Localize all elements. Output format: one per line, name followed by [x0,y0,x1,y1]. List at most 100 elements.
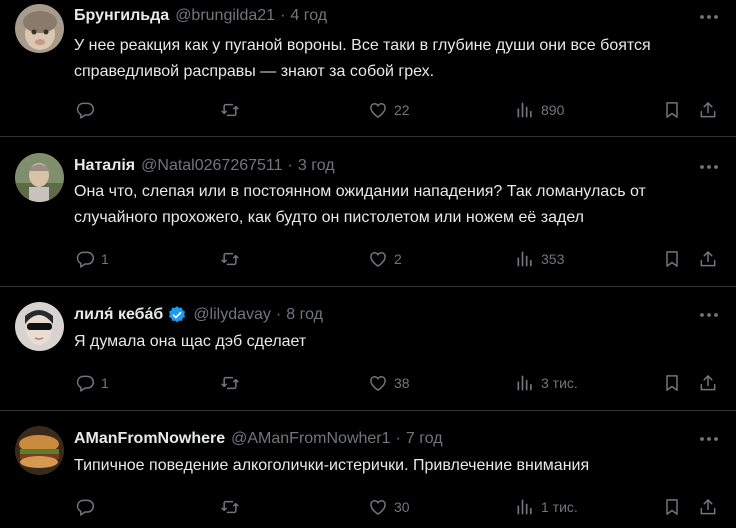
bookmark-button[interactable] [662,247,682,271]
like-count: 2 [394,251,402,267]
avatar[interactable] [15,302,64,351]
tweet-actions: 1 38 3 тис. [74,371,722,395]
heart-icon [370,500,386,515]
avatar[interactable] [15,153,64,202]
retweet-button[interactable] [220,247,246,271]
retweet-button[interactable] [220,98,246,122]
tweet-header: Брунгильда @brungilda21 · 4 год [74,6,327,26]
author-name[interactable]: AManFromNowhere [74,430,225,448]
timestamp[interactable]: 4 год [290,7,327,25]
author-handle[interactable]: @lilydavay [193,306,271,324]
reply-icon [76,102,95,119]
retweet-icon [221,500,239,514]
like-count: 22 [394,102,410,118]
heart-icon [370,376,386,391]
like-count: 30 [394,499,410,515]
timestamp[interactable]: 7 год [406,430,443,448]
author-name[interactable]: лиля́ кеба́б [74,306,163,324]
reply-icon [76,375,95,392]
tweet-text: У нее реакция как у пуганой вороны. Все … [74,37,651,80]
avatar[interactable] [15,426,64,475]
tweet-text: Типичное поведение алкоголички-истерички… [74,457,590,474]
separator-dot: · [275,306,282,323]
views-button[interactable]: 890 [515,98,564,122]
more-icon[interactable] [698,429,720,449]
verified-badge-icon [167,305,187,325]
tweet-text: Я думала она щас дэб сделает [74,333,307,350]
author-handle[interactable]: @AManFromNowher1 [231,430,390,448]
reply-button[interactable] [75,495,101,519]
more-icon[interactable] [698,157,720,177]
heart-icon [370,103,386,118]
author-handle[interactable]: @brungilda21 [175,7,275,25]
retweet-icon [221,252,239,266]
views-icon [517,102,532,118]
bookmark-icon [666,375,678,391]
separator-dot: · [280,7,286,24]
view-count: 890 [541,102,565,118]
views-button[interactable]: 3 тис. [515,371,578,395]
tweet[interactable]: Брунгильда @brungilda21 · 4 год У нее ре… [0,0,736,137]
retweet-icon [221,376,239,390]
reply-count: 1 [101,251,109,267]
reply-button[interactable] [75,98,101,122]
views-icon [517,375,532,391]
reply-count: 1 [101,375,109,391]
reply-button[interactable]: 1 [75,371,109,395]
bookmark-icon [666,251,678,267]
view-count: 3 тис. [541,375,578,391]
more-icon[interactable] [698,305,720,325]
share-icon [700,375,716,391]
retweet-button[interactable] [220,371,246,395]
reply-feed: Брунгильда @brungilda21 · 4 год У нее ре… [0,0,736,528]
more-icon[interactable] [698,7,720,27]
bookmark-icon [666,499,678,515]
share-button[interactable] [698,495,718,519]
bookmark-button[interactable] [662,371,682,395]
bookmark-button[interactable] [662,495,682,519]
tweet[interactable]: AManFromNowhere @AManFromNowher1 · 7 год… [0,411,736,528]
tweet[interactable]: Наталія @Natal0267267511 · 3 год Она что… [0,137,736,287]
like-button[interactable]: 30 [368,495,410,519]
share-icon [700,251,716,267]
share-button[interactable] [698,98,718,122]
author-name[interactable]: Наталія [74,157,135,175]
reply-icon [76,499,95,516]
timestamp[interactable]: 8 год [286,306,323,324]
tweet-actions: 22 890 [74,98,722,122]
share-button[interactable] [698,247,718,271]
views-button[interactable]: 353 [515,247,564,271]
views-button[interactable]: 1 тис. [515,495,578,519]
author-name[interactable]: Брунгильда [74,7,169,25]
like-button[interactable]: 22 [368,98,410,122]
tweet[interactable]: лиля́ кеба́б @lilydavay · 8 год Я думала… [0,287,736,411]
separator-dot: · [395,430,401,447]
avatar[interactable] [15,4,64,53]
reply-button[interactable]: 1 [75,247,109,271]
bookmark-button[interactable] [662,98,682,122]
like-count: 38 [394,375,410,391]
tweet-header: Наталія @Natal0267267511 · 3 год [74,156,335,176]
like-button[interactable]: 2 [368,247,402,271]
reply-icon [76,251,95,268]
tweet-header: AManFromNowhere @AManFromNowher1 · 7 год [74,429,443,449]
author-handle[interactable]: @Natal0267267511 [141,157,282,175]
like-button[interactable]: 38 [368,371,410,395]
tweet-header: лиля́ кеба́б @lilydavay · 8 год [74,305,323,325]
views-icon [517,251,532,267]
tweet-actions: 30 1 тис. [74,495,722,519]
heart-icon [370,252,386,267]
timestamp[interactable]: 3 год [298,157,335,175]
tweet-actions: 1 2 353 [74,247,722,271]
view-count: 353 [541,251,565,267]
share-icon [700,102,716,118]
share-icon [700,499,716,515]
retweet-icon [221,103,239,117]
tweet-text: Она что, слепая или в постоянном ожидани… [74,183,646,226]
separator-dot: · [287,157,293,174]
view-count: 1 тис. [541,499,578,515]
bookmark-icon [666,102,678,118]
retweet-button[interactable] [220,495,246,519]
share-button[interactable] [698,371,718,395]
views-icon [517,499,532,515]
